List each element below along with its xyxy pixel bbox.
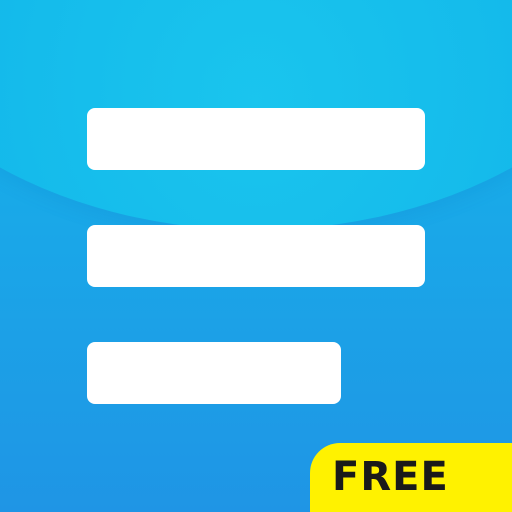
list-line-icon-middle <box>87 225 425 287</box>
app-icon[interactable]: FREE <box>0 0 512 512</box>
list-line-icon-top <box>87 108 425 170</box>
list-line-icon-bottom <box>87 342 341 404</box>
free-badge-label: FREE <box>332 454 449 500</box>
